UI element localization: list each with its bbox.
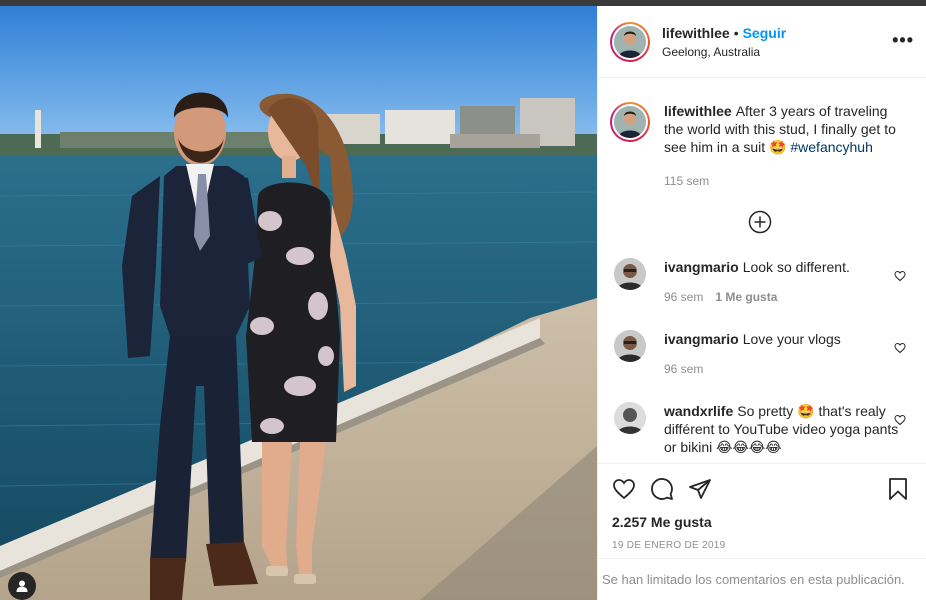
comment-time[interactable]: 96 sem [664, 360, 703, 378]
comment-item: wandxrlife So pretty 🤩 that's realy diffé… [610, 402, 910, 456]
comment-username[interactable]: ivangmario [664, 259, 739, 275]
paper-plane-icon[interactable] [688, 477, 712, 501]
comment-text: Look so different. [742, 259, 850, 275]
heart-icon[interactable] [894, 270, 906, 282]
post-username[interactable]: lifewithlee [662, 25, 730, 41]
comments-limited-notice: Se han limitado los comentarios en esta … [598, 558, 926, 600]
hashtag-link[interactable]: #wefancyhuh [790, 139, 873, 155]
avatar[interactable] [610, 102, 650, 142]
comments-list[interactable]: lifewithlee After 3 years of traveling th… [598, 78, 926, 462]
avatar[interactable] [614, 402, 646, 434]
plus-circle-icon[interactable] [610, 210, 910, 234]
comment-text: Love your vlogs [742, 331, 841, 347]
avatar[interactable] [614, 330, 646, 362]
comment-username[interactable]: ivangmario [664, 331, 739, 347]
heart-icon[interactable] [894, 414, 906, 426]
post-actions: 2.257 Me gusta 19 DE ENERO DE 2019 [598, 463, 926, 551]
comment-item: ivangmario Love your vlogs 96 sem [610, 330, 910, 378]
avatar[interactable] [614, 258, 646, 290]
caption-time[interactable]: 115 sem [664, 172, 709, 190]
bookmark-icon[interactable] [886, 477, 910, 501]
post-photo[interactable] [0, 6, 597, 600]
user-tag-icon[interactable] [8, 572, 36, 600]
follow-button[interactable]: Seguir [743, 25, 787, 41]
more-options-icon[interactable]: ••• [892, 30, 914, 51]
comment-username[interactable]: wandxrlife [664, 403, 733, 419]
post-location[interactable]: Geelong, Australia [662, 45, 786, 59]
comment-bubble-icon[interactable] [650, 477, 674, 501]
post-side-panel: lifewithlee • Seguir Geelong, Australia … [597, 6, 926, 600]
post-date[interactable]: 19 DE ENERO DE 2019 [612, 540, 910, 551]
heart-icon[interactable] [894, 342, 906, 354]
comment-time[interactable]: 96 sem [664, 288, 703, 306]
caption-username[interactable]: lifewithlee [664, 103, 732, 119]
separator-dot: • [733, 24, 739, 41]
comment-likes[interactable]: 1 Me gusta [715, 288, 777, 306]
likes-count[interactable]: 2.257 Me gusta [612, 514, 910, 530]
post-header: lifewithlee • Seguir Geelong, Australia … [598, 6, 926, 78]
caption: lifewithlee After 3 years of traveling th… [610, 102, 910, 190]
comment-item: ivangmario Look so different. 96 sem 1 Me … [610, 258, 910, 306]
heart-icon[interactable] [612, 477, 636, 501]
avatar[interactable] [610, 21, 650, 62]
